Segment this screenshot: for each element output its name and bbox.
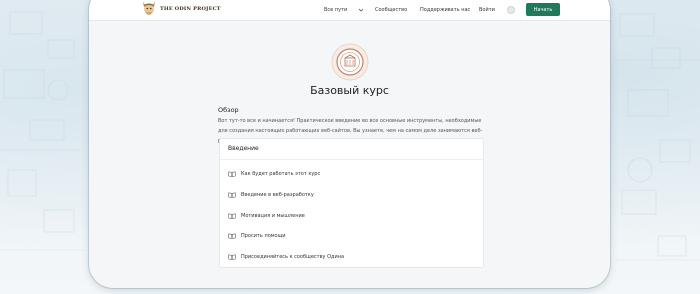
start-button[interactable]: Начать <box>526 3 560 16</box>
nav-login[interactable]: Войти <box>479 7 495 13</box>
lesson-item[interactable]: Как будет работать этот курс <box>228 169 468 179</box>
top-nav: THE ODIN PROJECT Все пути Сообщество Под… <box>89 0 610 21</box>
book-icon <box>228 192 236 198</box>
lesson-label[interactable]: Введение в веб-разработку <box>241 192 314 198</box>
lesson-item[interactable]: Просить помощи <box>228 231 468 241</box>
lesson-item[interactable]: Мотивация и мышление <box>228 211 468 221</box>
lesson-item[interactable]: Присоединяйтесь к сообществу Одина <box>228 252 468 262</box>
nav-all-paths[interactable]: Все пути <box>324 7 347 13</box>
book-icon <box>228 254 236 260</box>
lesson-label[interactable]: Как будет работать этот курс <box>241 171 320 177</box>
foundations-badge-icon <box>331 43 369 81</box>
book-icon <box>228 213 236 219</box>
browser-window: THE ODIN PROJECT Все пути Сообщество Под… <box>89 0 610 288</box>
lesson-label[interactable]: Мотивация и мышление <box>241 213 305 219</box>
odin-logo-icon[interactable] <box>141 0 157 19</box>
book-icon <box>228 171 236 177</box>
chevron-down-icon[interactable] <box>358 7 364 13</box>
divider <box>220 159 483 160</box>
lesson-label[interactable]: Присоединяйтесь к сообществу Одина <box>241 254 344 260</box>
lesson-label[interactable]: Просить помощи <box>241 233 286 239</box>
course-title: Базовый курс <box>310 84 389 97</box>
brand-name[interactable]: THE ODIN PROJECT <box>160 6 221 12</box>
book-icon <box>228 233 236 239</box>
lesson-item[interactable]: Введение в веб-разработку <box>228 190 468 200</box>
nav-community[interactable]: Сообщество <box>375 7 407 13</box>
nav-support[interactable]: Поддерживать нас <box>420 7 470 13</box>
theme-toggle-icon[interactable] <box>507 6 515 14</box>
section-title: Введение <box>228 145 259 152</box>
overview-heading: Обзор <box>218 106 239 114</box>
lesson-section-card: Введение Как будет работать этот курс Вв… <box>219 138 484 268</box>
